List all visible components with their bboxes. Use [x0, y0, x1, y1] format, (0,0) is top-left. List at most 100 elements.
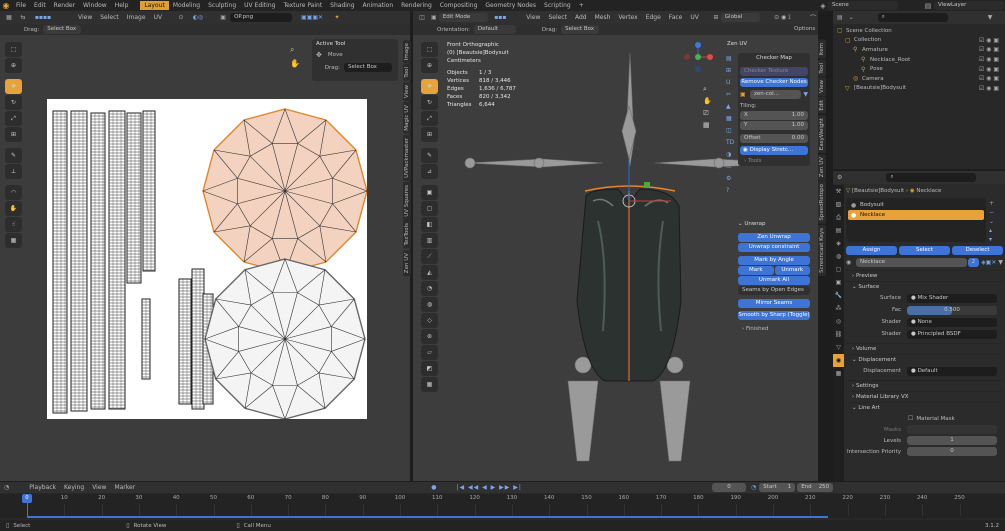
shader-2-field[interactable]: ● Principled BSDF	[907, 329, 997, 339]
smooth-by-sharp-button[interactable]: Smooth by Sharp (Toggle)	[738, 311, 810, 320]
menu-file[interactable]: File	[12, 1, 30, 10]
texture-tab-icon[interactable]: ▦	[833, 367, 844, 380]
workspace-tab-uv-editing[interactable]: UV Editing	[240, 1, 279, 10]
vp-scale-icon[interactable]: ⤢	[421, 111, 438, 126]
outliner-item[interactable]: ▢ Collection ☑ ◉ ▣	[833, 36, 1005, 46]
world-tab-icon[interactable]: ◍	[833, 250, 844, 263]
zen-icon-2[interactable]: ⊞	[726, 65, 736, 77]
camera-view-icon[interactable]: ⎚	[703, 107, 712, 119]
object-tab-icon[interactable]: ▣	[833, 276, 844, 289]
edge-slide-icon[interactable]: ◇	[421, 313, 438, 328]
falloff-icon[interactable]: ⌒	[808, 13, 818, 22]
zen-icon-4[interactable]: ✂	[726, 89, 736, 101]
slot-down-icon[interactable]: ▾	[989, 235, 994, 244]
uv-canvas[interactable]	[47, 99, 368, 420]
rip-region-icon[interactable]: ◩	[421, 361, 438, 376]
scrubbing-bar[interactable]	[28, 516, 828, 518]
output-tab-icon[interactable]: ⎙	[833, 211, 844, 224]
uv-vtab-image[interactable]: Image	[403, 40, 411, 64]
vp-vtab-screencast-keys[interactable]: Screencast Keys	[818, 224, 826, 276]
options-button[interactable]: Options	[794, 26, 815, 32]
workspace-tab-rendering[interactable]: Rendering	[397, 1, 436, 10]
properties-search[interactable]: ⌕	[886, 173, 977, 182]
settings-section[interactable]: › Settings	[846, 380, 1003, 391]
material-mask-checkbox[interactable]: ☐	[908, 415, 913, 422]
modifier-tab-icon[interactable]: 🔧	[833, 289, 844, 302]
hand-pan-icon[interactable]: ✋	[290, 57, 300, 71]
assign-button[interactable]: Assign	[846, 246, 897, 255]
surface-section[interactable]: ⌄ Surface	[846, 281, 1003, 292]
remove-slot-icon[interactable]: −	[989, 208, 994, 217]
image-action-icons[interactable]: ▣▣▣✕	[292, 14, 332, 21]
display-stretch-button[interactable]: ◉ Display Stretc...	[740, 146, 808, 155]
mode-selector[interactable]: Edit Mode	[438, 13, 489, 22]
vp-move-icon[interactable]: ✥	[421, 79, 438, 94]
vp-vtab-view[interactable]: View	[818, 77, 826, 97]
scene-selector[interactable]: Scene	[828, 1, 898, 10]
outliner-search[interactable]: ⌕	[877, 13, 948, 22]
preview-range-icon[interactable]: ◔	[751, 484, 756, 491]
armature-model[interactable]	[443, 41, 743, 481]
image-name-field[interactable]: OP.png	[230, 13, 293, 22]
timeline-menu-view[interactable]: View	[88, 483, 110, 492]
workspace-tab-modeling[interactable]: Modeling	[169, 1, 204, 10]
slot-menu-icon[interactable]: ⌄	[989, 217, 994, 226]
pivot-snap-icons[interactable]: ⊙ ◉ ⟟	[760, 14, 804, 22]
outliner-item[interactable]: ⚲ Armature ☑ ◉ ▣	[833, 45, 1005, 55]
unwrap-constraint-button[interactable]: Unwrap constraint	[738, 243, 810, 252]
measure-icon[interactable]: ⊿	[421, 164, 438, 179]
vp-drag-select[interactable]: Select Box	[561, 25, 600, 34]
vp-vtab-easyweight[interactable]: EasyWeight	[818, 114, 826, 154]
material-browse-icon[interactable]: ◉	[846, 259, 856, 266]
uv-vtab-view[interactable]: View	[403, 81, 411, 101]
finished-subpanel[interactable]: › Finished	[738, 326, 810, 332]
zen-icon-3[interactable]: U	[726, 77, 736, 89]
polybuild-icon[interactable]: ◭	[421, 265, 438, 280]
remove-checker-nodes-button[interactable]: Remove Checker Nodes	[740, 78, 808, 87]
view-layer-tab-icon[interactable]: ▤	[833, 224, 844, 237]
zen-icon-10[interactable]: ⚠	[726, 161, 736, 173]
blender-logo-icon[interactable]: ◉	[0, 0, 12, 11]
sync-selection-icon[interactable]: ⇆	[18, 14, 28, 21]
outliner-item[interactable]: ▢ Scene Collection	[833, 26, 1005, 36]
visibility-icons[interactable]: ☑ ◉ ▣	[979, 85, 999, 92]
workspace-tab-scripting[interactable]: Scripting	[540, 1, 575, 10]
data-tab-icon[interactable]: ▽	[833, 341, 844, 354]
checker-texture-button[interactable]: Checker Texture	[740, 67, 808, 76]
workspace-tab-layout[interactable]: Layout	[140, 1, 169, 10]
collection-tab-icon[interactable]: ▢	[833, 263, 844, 276]
outliner-filter-icon[interactable]: ▼	[988, 14, 993, 21]
annotate-icon[interactable]: ✎	[5, 148, 22, 163]
pin-icon[interactable]: ✦	[332, 14, 342, 21]
rotate-tool-icon[interactable]: ↻	[5, 95, 22, 110]
timeline-menu-marker[interactable]: Marker	[110, 483, 139, 492]
mirror-seams-button[interactable]: Mirror Seams	[738, 299, 810, 308]
start-frame-field[interactable]: Start 1	[759, 483, 796, 492]
navigation-gizmo[interactable]	[683, 41, 713, 73]
deselect-button[interactable]: Deselect	[952, 246, 1003, 255]
tools-subpanel[interactable]: › Tools	[740, 158, 808, 164]
pinch-icon[interactable]: ✋	[5, 201, 22, 216]
scale-tool-icon[interactable]: ⤢	[5, 111, 22, 126]
shader-1-field[interactable]: ● None	[907, 317, 997, 327]
uv-vtab-zen-uv[interactable]: Zen UV	[403, 249, 411, 276]
outliner-item[interactable]: ⚲ Necklace_Root ☑ ◉ ▣	[833, 55, 1005, 65]
vp-menu-select[interactable]: Select	[544, 13, 571, 22]
visibility-icons[interactable]: ☑ ◉ ▣	[979, 46, 999, 53]
vp-vtab-edit[interactable]: Edit	[818, 97, 826, 114]
playback-controls[interactable]: |◀ ◀◀ ◀ ▶ ▶▶ ▶|	[456, 484, 522, 491]
link-icon[interactable]: ▼	[998, 259, 1003, 266]
zen-icon-9[interactable]: ◑	[726, 149, 736, 161]
material-library-section[interactable]: › Material Library VX	[846, 391, 1003, 402]
autokey-icon[interactable]: ●	[431, 484, 436, 491]
vp-vtab-tool[interactable]: Tool	[818, 59, 826, 77]
material-action-icons[interactable]: ◈▣✕	[981, 259, 996, 266]
select-button[interactable]: Select	[899, 246, 950, 255]
outliner-item[interactable]: ▽ [Beautsie]Bodysuit ☑ ◉ ▣	[833, 84, 1005, 94]
scene-tab-icon[interactable]: ◈	[833, 237, 844, 250]
end-frame-field[interactable]: End 250	[797, 483, 834, 492]
vp-zoom-icon[interactable]: ⌕	[703, 83, 712, 95]
menu-help[interactable]: Help	[111, 1, 133, 10]
orientation-select[interactable]: Default	[473, 25, 516, 34]
unmark-button[interactable]: Unmark	[774, 266, 810, 275]
